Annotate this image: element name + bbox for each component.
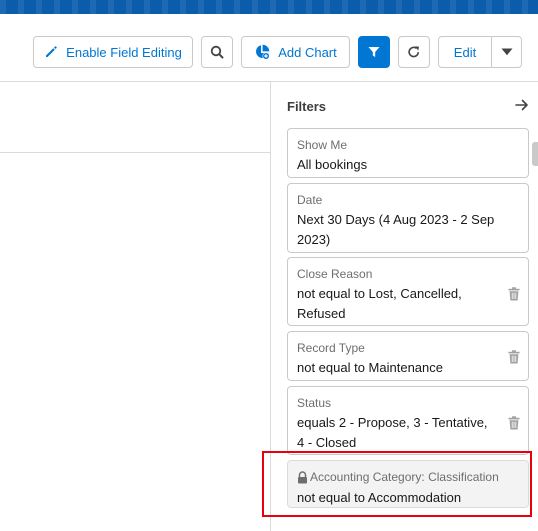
panel-edge-tab[interactable] xyxy=(532,142,538,166)
filter-value: equals 2 - Propose, 3 - Tentative, 4 - C… xyxy=(297,415,488,450)
refresh-button[interactable] xyxy=(398,36,430,68)
filter-card-show-me[interactable]: Show Me All bookings xyxy=(287,128,529,178)
arrow-right-icon[interactable] xyxy=(514,97,530,113)
highlight-box xyxy=(262,451,532,517)
filter-value: Next 30 Days (4 Aug 2023 - 2 Sep 2023) xyxy=(297,212,495,247)
filter-label: Date xyxy=(297,193,323,207)
trash-icon[interactable] xyxy=(508,350,520,364)
add-chart-button[interactable]: Add Chart xyxy=(241,36,350,68)
filter-value: not equal to Lost, Cancelled, Refused xyxy=(297,286,462,321)
filters-title: Filters xyxy=(287,99,327,114)
report-canvas xyxy=(0,82,270,531)
filter-label: Show Me xyxy=(297,138,348,152)
header-banner xyxy=(0,0,538,14)
edit-label: Edit xyxy=(453,44,477,60)
search-icon xyxy=(210,45,224,59)
filter-card-date[interactable]: Date Next 30 Days (4 Aug 2023 - 2 Sep 20… xyxy=(287,183,529,253)
trash-icon[interactable] xyxy=(508,416,520,430)
filter-card-close-reason[interactable]: Close Reason not equal to Lost, Cancelle… xyxy=(287,257,529,326)
edit-button[interactable]: Edit xyxy=(438,36,492,68)
add-chart-label: Add Chart xyxy=(278,44,337,60)
enable-field-editing-label: Enable Field Editing xyxy=(66,44,182,60)
edit-menu-button[interactable] xyxy=(492,36,522,68)
chart-icon xyxy=(256,44,270,60)
pencil-icon xyxy=(46,46,57,57)
trash-icon[interactable] xyxy=(508,287,520,301)
filter-icon xyxy=(368,47,380,57)
refresh-icon xyxy=(408,46,420,58)
chevron-down-icon xyxy=(501,48,512,56)
filter-value: All bookings xyxy=(297,157,368,172)
filter-button[interactable] xyxy=(358,36,390,68)
filter-label: Status xyxy=(297,396,332,410)
filter-value: not equal to Maintenance xyxy=(297,360,443,375)
filter-card-record-type[interactable]: Record Type not equal to Maintenance xyxy=(287,331,529,381)
search-button[interactable] xyxy=(201,36,233,68)
filter-card-status[interactable]: Status equals 2 - Propose, 3 - Tentative… xyxy=(287,386,529,455)
report-toolbar: Enable Field Editing Add Chart Edit xyxy=(0,14,538,82)
filter-label: Close Reason xyxy=(297,267,373,281)
report-canvas-divider xyxy=(0,152,270,153)
enable-field-editing-button[interactable]: Enable Field Editing xyxy=(33,36,193,68)
filter-label: Record Type xyxy=(297,341,365,355)
